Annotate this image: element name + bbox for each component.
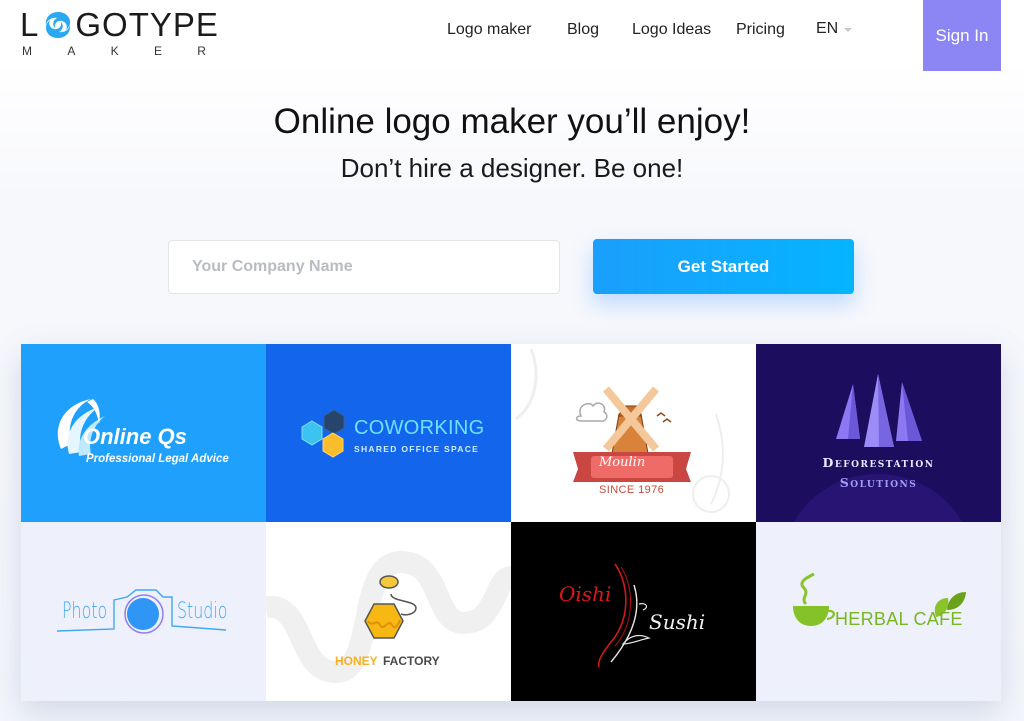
logo-card-coworking[interactable]: COWORKING SHARED OFFICE SPACE xyxy=(266,344,511,522)
logo-card-honey-factory[interactable]: HONEY FACTORY xyxy=(266,522,511,701)
logo-gallery: Online Qs Professional Legal Advice COWO… xyxy=(21,344,1001,701)
company-name-input[interactable] xyxy=(168,240,560,294)
site-logo[interactable]: L GOTYPE M A K E R xyxy=(20,8,220,60)
card-title: COWORKING xyxy=(354,417,485,439)
logo-sub-letter: M xyxy=(22,44,32,58)
logo-letter-l: L xyxy=(20,6,40,43)
nav-pricing[interactable]: Pricing xyxy=(736,21,785,39)
card-title: Deforestation xyxy=(822,455,935,470)
card-title: HONEY xyxy=(335,654,378,668)
card-subtitle: Solutions xyxy=(839,475,918,490)
logo-swirl-icon xyxy=(46,12,71,38)
honey-jar-icon xyxy=(266,550,511,684)
card-title: Online Qs xyxy=(83,424,187,449)
logo-card-herbal-cafe[interactable]: HERBAL CAFE xyxy=(756,522,1001,701)
logo-subtitle: M A K E R xyxy=(20,44,206,58)
logo-card-online-qs[interactable]: Online Qs Professional Legal Advice xyxy=(21,344,266,522)
logo-card-oishi-sushi[interactable]: Oishi Sushi xyxy=(511,522,756,701)
camera-icon xyxy=(56,589,227,634)
sign-in-button[interactable]: Sign In xyxy=(923,0,1001,71)
logo-sub-letter: K xyxy=(110,44,119,58)
nav-logo-maker[interactable]: Logo maker xyxy=(447,21,532,39)
logo-sub-letter: E xyxy=(153,44,162,58)
logo-word-rest: GOTYPE xyxy=(75,6,219,43)
logo-sub-letter: A xyxy=(67,44,76,58)
logo-card-photo-studio[interactable]: Photo Studio xyxy=(21,522,266,701)
nav-logo-ideas[interactable]: Logo Ideas xyxy=(632,21,711,39)
logo-card-moulin[interactable]: Moulin SINCE 1976 xyxy=(511,344,756,522)
get-started-button[interactable]: Get Started xyxy=(593,239,854,294)
card-title: Photo xyxy=(62,599,108,624)
card-subtitle: Studio xyxy=(177,599,228,624)
card-title: Oishi xyxy=(559,582,612,606)
language-selector[interactable]: EN xyxy=(816,20,853,38)
language-value: EN xyxy=(816,20,839,37)
koi-fish-icon xyxy=(597,563,651,668)
logo-card-deforestation[interactable]: Deforestation Solutions xyxy=(756,344,1001,522)
hero-title: Online logo maker you’ll enjoy! xyxy=(273,102,751,141)
card-title: Moulin xyxy=(599,455,646,470)
card-subtitle: Sushi xyxy=(649,610,706,634)
chevron-down-icon xyxy=(844,28,853,32)
card-subtitle: Professional Legal Advice xyxy=(86,453,229,465)
card-subtitle: FACTORY xyxy=(383,654,440,668)
card-title: HERBAL CAFE xyxy=(835,609,963,629)
card-subtitle: SINCE 1976 xyxy=(599,484,665,496)
nav-blog[interactable]: Blog xyxy=(567,21,599,39)
logo-sub-letter: R xyxy=(197,44,206,58)
pine-trees-icon xyxy=(794,374,962,522)
hero-subtitle: Don’t hire a designer. Be one! xyxy=(340,153,684,183)
card-subtitle: SHARED OFFICE SPACE xyxy=(354,444,480,454)
